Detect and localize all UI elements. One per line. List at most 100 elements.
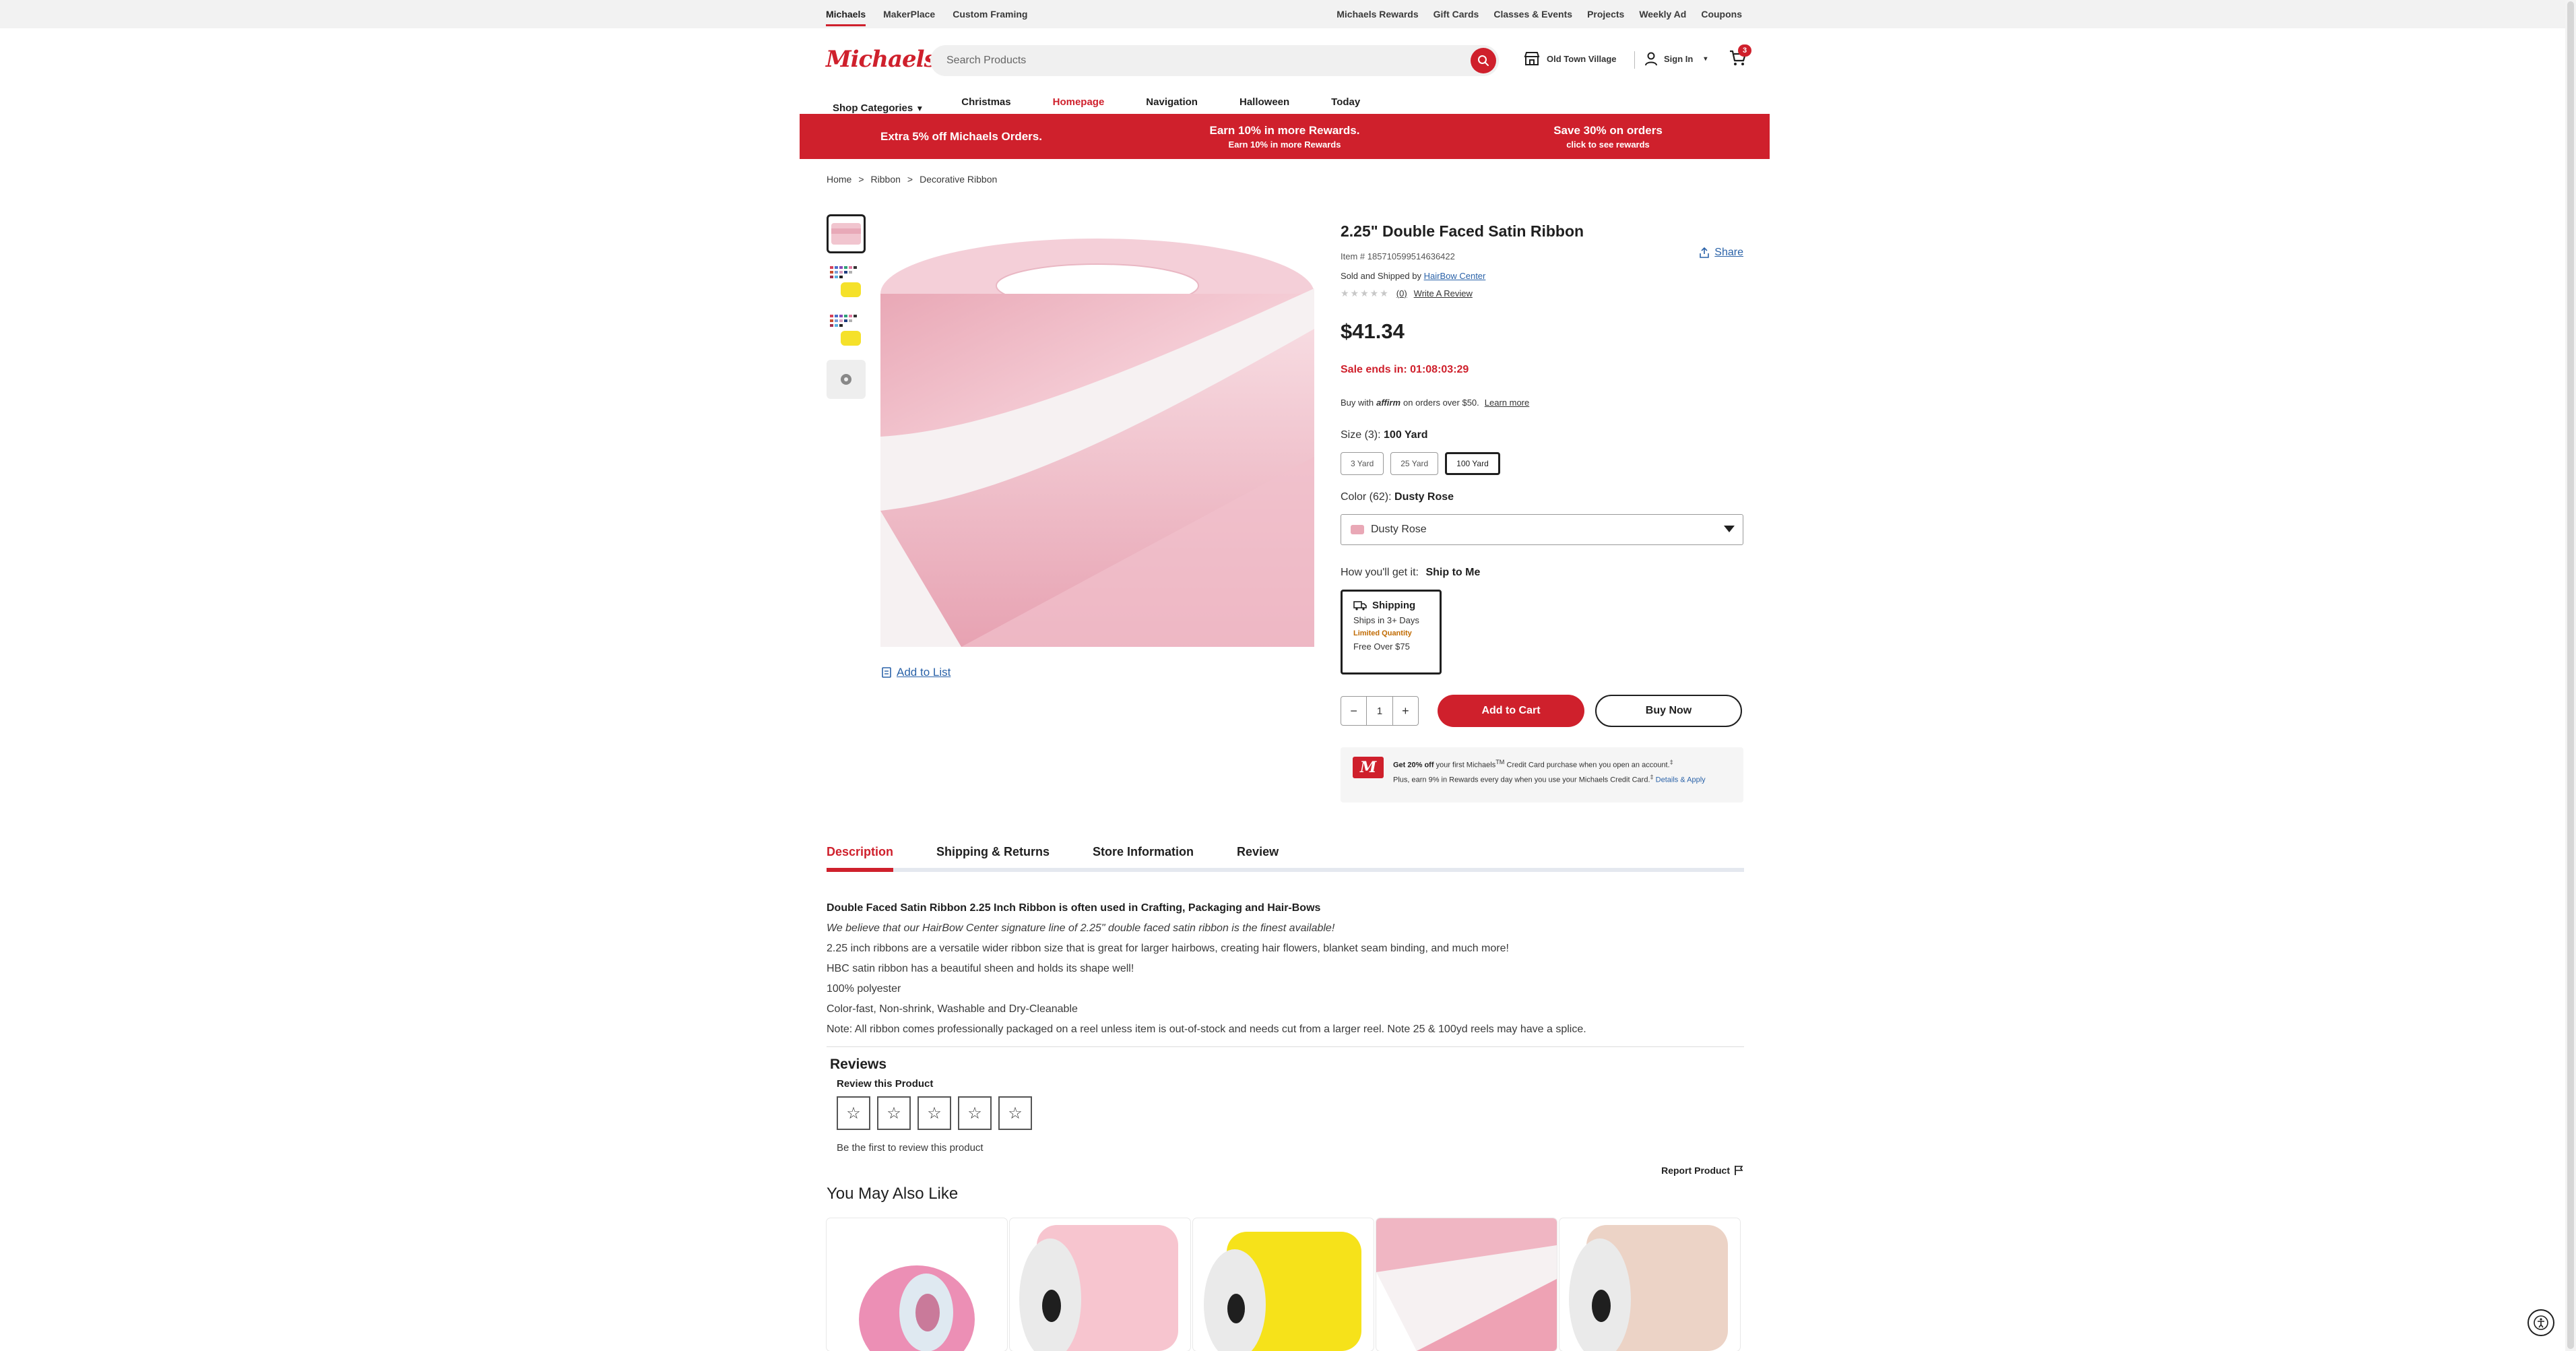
promo-subline: Earn 10% in more Rewards xyxy=(1228,139,1341,150)
shipping-option-card[interactable]: Shipping Ships in 3+ Days Limited Quanti… xyxy=(1341,590,1442,674)
color-dropdown-value: Dusty Rose xyxy=(1371,524,1427,535)
color-dropdown[interactable]: Dusty Rose xyxy=(1341,514,1743,545)
search-input[interactable] xyxy=(930,45,1442,76)
list-icon xyxy=(882,667,891,678)
size-option-25-yard[interactable]: 25 Yard xyxy=(1390,452,1439,475)
promo-banner: Extra 5% off Michaels Orders. Earn 10% i… xyxy=(800,114,1770,159)
credit-offer-text1: your first Michaels xyxy=(1436,761,1496,769)
size-option-100-yard[interactable]: 100 Yard xyxy=(1445,452,1500,475)
write-review-link[interactable]: Write A Review xyxy=(1414,288,1473,299)
quantity-increment-button[interactable]: + xyxy=(1393,697,1418,725)
accessibility-button[interactable] xyxy=(2527,1309,2554,1336)
breadcrumb-separator: > xyxy=(858,174,864,185)
add-to-cart-button[interactable]: Add to Cart xyxy=(1438,695,1584,727)
rating-count[interactable]: (0) xyxy=(1396,288,1407,299)
breadcrumb-decorative-ribbon[interactable]: Decorative Ribbon xyxy=(920,174,997,185)
nav-navigation[interactable]: Navigation xyxy=(1146,96,1198,108)
recommendation-card[interactable] xyxy=(1010,1218,1190,1351)
rating-row: ★★★★★ (0) Write A Review xyxy=(1341,288,1743,299)
utility-link-custom-framing[interactable]: Custom Framing xyxy=(953,9,1027,20)
recommendation-card[interactable] xyxy=(1559,1218,1740,1351)
star-2-button[interactable]: ☆ xyxy=(877,1096,911,1130)
credit-details-link[interactable]: Details & Apply xyxy=(1656,776,1706,784)
search-bar xyxy=(930,45,1499,76)
michaels-logo[interactable]: Michaels xyxy=(826,46,937,73)
recommendation-card[interactable] xyxy=(1193,1218,1374,1351)
promo-cell[interactable]: Save 30% on orders click to see rewards xyxy=(1446,114,1770,159)
utility-link-michaels[interactable]: Michaels xyxy=(826,9,866,26)
credit-card-offer: M Get 20% off your first MichaelsTM Cred… xyxy=(1341,747,1743,803)
sign-in-menu[interactable]: Sign In ▾ xyxy=(1644,51,1707,66)
star-3-button[interactable]: ☆ xyxy=(917,1096,951,1130)
star-outline-icon: ☆ xyxy=(846,1104,861,1123)
thumbnail-3[interactable] xyxy=(827,311,866,350)
breadcrumb-ribbon[interactable]: Ribbon xyxy=(871,174,901,185)
search-icon xyxy=(1478,55,1489,66)
quantity-value[interactable]: 1 xyxy=(1366,697,1393,725)
size-label-prefix: Size (3): xyxy=(1341,429,1381,441)
thumbnail-more[interactable] xyxy=(827,360,866,399)
affirm-learn-more[interactable]: Learn more xyxy=(1485,398,1529,408)
nav-today[interactable]: Today xyxy=(1331,96,1360,108)
thumbnail-1[interactable] xyxy=(827,214,866,253)
recommendation-card[interactable] xyxy=(1376,1218,1557,1351)
affirm-row: Buy with affirm on orders over $50. Lear… xyxy=(1341,398,1743,408)
utility-link-classes[interactable]: Classes & Events xyxy=(1493,9,1572,20)
product-main-image[interactable] xyxy=(880,214,1314,647)
utility-link-gift-cards[interactable]: Gift Cards xyxy=(1434,9,1479,20)
star-1-button[interactable]: ☆ xyxy=(837,1096,870,1130)
nav-christmas[interactable]: Christmas xyxy=(961,96,1010,108)
sale-countdown: Sale ends in: 01:08:03:29 xyxy=(1341,364,1469,375)
utility-link-rewards[interactable]: Michaels Rewards xyxy=(1337,9,1418,20)
nav-halloween[interactable]: Halloween xyxy=(1239,96,1289,108)
quantity-decrement-button[interactable]: − xyxy=(1341,697,1366,725)
search-button[interactable] xyxy=(1471,48,1496,73)
report-product-label: Report Product xyxy=(1661,1165,1730,1176)
utility-link-projects[interactable]: Projects xyxy=(1587,9,1624,20)
promo-subline: click to see rewards xyxy=(1566,139,1650,150)
promo-cell[interactable]: Earn 10% in more Rewards. Earn 10% in mo… xyxy=(1123,114,1446,159)
cart-count-badge: 3 xyxy=(1738,44,1751,57)
add-to-list-link[interactable]: Add to List xyxy=(882,666,951,679)
store-selector[interactable]: Old Town Village xyxy=(1524,51,1617,66)
description-tagline: We believe that our HairBow Center signa… xyxy=(827,922,1335,934)
affirm-prefix: Buy with xyxy=(1341,398,1374,408)
cart-button[interactable]: 3 xyxy=(1729,44,1751,69)
description-line: 2.25 inch ribbons are a versatile wider … xyxy=(827,943,1509,954)
color-chart-thumbnail-image xyxy=(830,266,861,297)
star-5-button[interactable]: ☆ xyxy=(998,1096,1032,1130)
tab-shipping-returns[interactable]: Shipping & Returns xyxy=(936,845,1050,868)
breadcrumb-home[interactable]: Home xyxy=(827,174,851,185)
color-selected: Dusty Rose xyxy=(1394,491,1454,503)
share-link[interactable]: Share xyxy=(1700,247,1743,259)
promo-cell[interactable]: Extra 5% off Michaels Orders. xyxy=(800,114,1123,159)
utility-link-weekly-ad[interactable]: Weekly Ad xyxy=(1639,9,1686,20)
tab-description[interactable]: Description xyxy=(827,845,894,872)
nav-homepage[interactable]: Homepage xyxy=(1053,96,1105,108)
purchase-row: − 1 + Add to Cart Buy Now xyxy=(1341,695,1743,727)
product-title: 2.25" Double Faced Satin Ribbon xyxy=(1341,222,1584,240)
seller-link[interactable]: HairBow Center xyxy=(1424,271,1486,281)
star-4-button[interactable]: ☆ xyxy=(958,1096,992,1130)
description-line: HBC satin ribbon has a beautiful sheen a… xyxy=(827,963,1134,974)
scrollbar-thumb[interactable] xyxy=(2567,1,2574,1349)
tab-review[interactable]: Review xyxy=(1237,845,1279,868)
nav-shop-categories[interactable]: Shop Categories ▼ xyxy=(833,102,924,114)
recommendation-card[interactable] xyxy=(827,1218,1007,1351)
size-selected: 100 Yard xyxy=(1384,429,1428,441)
sold-by: Sold and Shipped by HairBow Center xyxy=(1341,271,1743,281)
tab-store-information[interactable]: Store Information xyxy=(1093,845,1194,868)
shipping-eta: Ships in 3+ Days xyxy=(1353,615,1419,625)
main-nav: Shop Categories ▼ Christmas Homepage Nav… xyxy=(826,94,1742,114)
utility-link-coupons[interactable]: Coupons xyxy=(1701,9,1742,20)
utility-link-makerplace[interactable]: MakerPlace xyxy=(883,9,935,20)
sold-by-prefix: Sold and Shipped by xyxy=(1341,271,1421,281)
color-label-prefix: Color (62): xyxy=(1341,491,1392,503)
page-scrollbar[interactable] xyxy=(2565,0,2576,1351)
add-to-list-label: Add to List xyxy=(897,666,951,679)
user-icon xyxy=(1645,52,1657,66)
thumbnail-2[interactable] xyxy=(827,263,866,302)
report-product-link[interactable]: Report Product xyxy=(1661,1165,1743,1176)
buy-now-button[interactable]: Buy Now xyxy=(1595,695,1742,727)
size-option-3-yard[interactable]: 3 Yard xyxy=(1341,452,1384,475)
